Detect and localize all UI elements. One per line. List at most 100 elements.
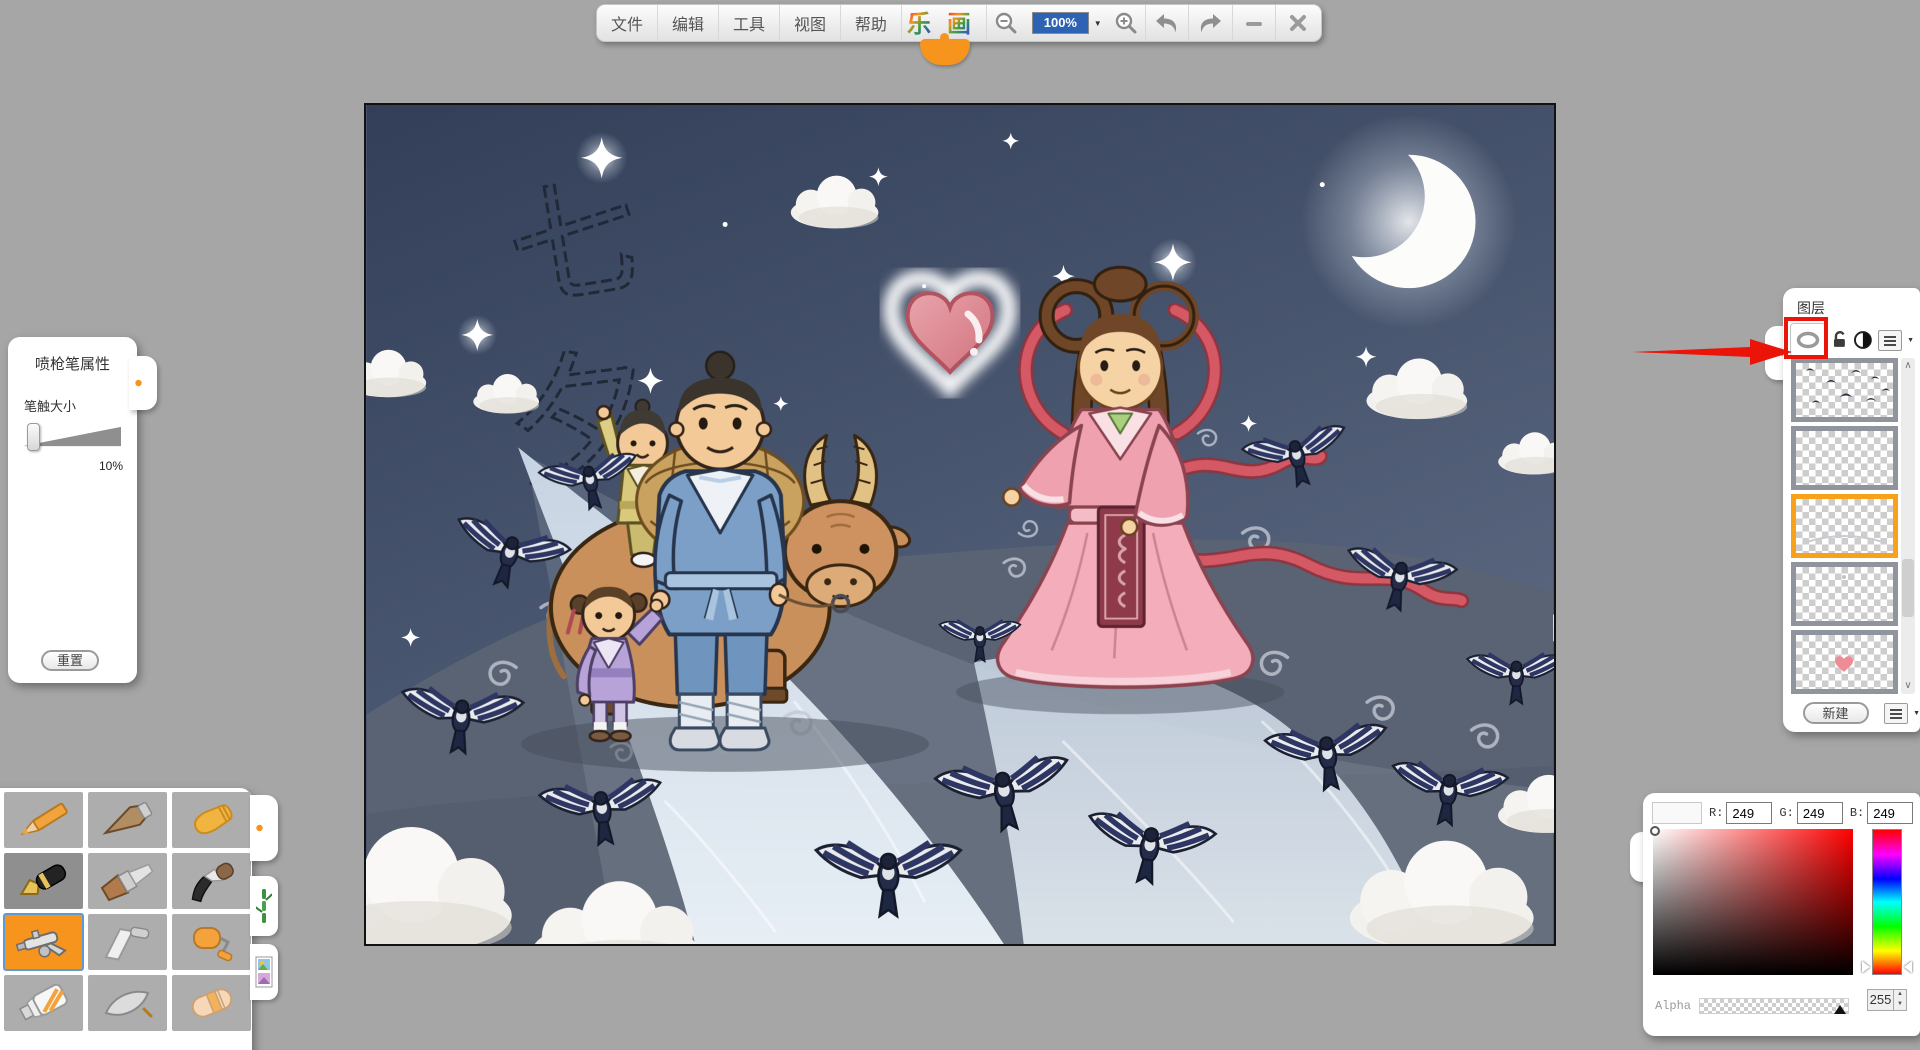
zoom-out-button[interactable] [987,5,1026,41]
spinner-up-icon[interactable]: ▲ [1894,990,1906,1000]
layer-options-button[interactable] [1878,330,1902,351]
layer-thumb-selected[interactable] [1791,494,1898,558]
layer-content-faint-mark [1796,567,1893,621]
minimize-icon [1244,13,1264,33]
hue-marker-right-icon[interactable] [1904,961,1912,973]
picture-stamp-icon [255,956,273,988]
new-layer-button[interactable]: 新建 [1803,702,1869,724]
tool-flat-brush[interactable] [88,853,167,909]
orange-crescent-icon [254,810,274,846]
bamboo-icon [256,886,272,926]
current-color-swatch [1652,802,1702,824]
tool-crayon[interactable] [172,792,251,848]
layer-options-arrow-icon[interactable]: ▼ [1907,337,1914,344]
brush-size-value: 10% [8,459,123,473]
green-input[interactable] [1797,802,1843,824]
layer-thumb-empty-1[interactable] [1791,426,1898,490]
palette-knife-icon [96,920,160,964]
crayon-icon [180,798,244,842]
tool-eraser[interactable] [172,975,251,1031]
hue-marker-left-icon[interactable] [1862,961,1870,973]
red-input[interactable] [1726,802,1772,824]
red-label: R: [1709,806,1723,820]
alpha-row: Alpha 255 ▲ ▼ [1643,991,1920,1021]
zoom-level-field[interactable]: 100% [1032,12,1089,34]
spinner-down-icon[interactable]: ▼ [1894,1000,1906,1010]
nature-brushes-tab[interactable] [250,876,278,936]
menu-bar: 文件 编辑 工具 视图 帮助 乐 画 [596,4,1322,42]
alpha-slider[interactable] [1699,998,1849,1014]
tool-paint-tube[interactable] [4,975,83,1031]
alpha-value: 255 [1868,990,1893,1010]
layer-visibility-button[interactable] [1790,323,1826,357]
tool-charcoal-pencil[interactable] [88,792,167,848]
layer-thumb-empty-2[interactable] [1791,562,1898,626]
zoom-in-icon [1114,11,1138,35]
color-picker-panel: R: G: B: Alpha 255 ▲ ▼ [1643,793,1920,1036]
minimize-button[interactable] [1233,5,1276,41]
canvas-artwork: 七 夕 [366,105,1554,944]
redo-button[interactable] [1189,5,1232,41]
layers-title: 图层 [1783,288,1920,318]
blend-contrast-icon[interactable] [1853,330,1873,350]
menu-view[interactable]: 视图 [780,5,841,41]
layer-thumb-magpies[interactable] [1791,358,1898,422]
alpha-marker-icon[interactable] [1834,1005,1846,1014]
unlock-icon[interactable] [1831,330,1849,350]
tool-oil-pastel[interactable] [88,975,167,1031]
panel-tab-handle[interactable] [129,356,157,410]
brush-size-slider[interactable] [23,423,121,451]
scroll-down-icon[interactable]: ∨ [1904,678,1911,694]
palette-tab-handle[interactable] [250,795,278,861]
alpha-spinner: 255 ▲ ▼ [1867,989,1907,1011]
eraser-icon [180,981,244,1025]
orange-crescent-icon [133,365,153,401]
zoom-dropdown-arrow-icon[interactable]: ▼ [1089,19,1107,28]
paint-canvas[interactable]: 七 夕 [364,103,1556,946]
zoom-out-icon [994,11,1018,35]
green-label: G: [1779,806,1793,820]
mascot-smile-icon [920,39,970,65]
menu-file[interactable]: 文件 [597,5,658,41]
reset-button[interactable]: 重置 [41,650,99,671]
stamp-brushes-tab[interactable] [250,944,278,1000]
menu-edit[interactable]: 编辑 [658,5,719,41]
undo-button[interactable] [1146,5,1189,41]
tool-paint-roller[interactable] [172,914,251,970]
tool-airbrush[interactable] [4,914,83,970]
menu-help[interactable]: 帮助 [841,5,902,41]
new-layer-arrow-icon[interactable]: ▼ [1913,710,1920,717]
scroll-track[interactable] [1901,374,1915,678]
layer-bottom-bar: 新建 ▼ [1783,702,1920,724]
zoom-level-value: 100% [1033,13,1088,33]
layer-list [1791,358,1898,698]
tool-fountain-pen[interactable] [4,853,83,909]
brush-tool-palette [0,788,252,1050]
tool-palette-knife[interactable] [88,914,167,970]
zoom-in-button[interactable] [1107,5,1146,41]
tool-chinese-brush[interactable] [172,853,251,909]
scroll-thumb[interactable] [1902,559,1914,617]
charcoal-pencil-icon [96,798,160,842]
tool-grid [4,792,252,1031]
hue-bar[interactable] [1872,829,1902,975]
scroll-up-icon[interactable]: ∧ [1904,358,1911,374]
svg-text:乐: 乐 [907,11,931,38]
tool-colored-pencil[interactable] [4,792,83,848]
layer-content-birds [1796,363,1893,417]
brush-size-label: 笔触大小 [24,396,137,415]
layer-content-heart [1796,635,1893,689]
close-icon [1288,13,1308,33]
sv-marker-icon[interactable] [1650,826,1660,836]
saturation-value-square[interactable] [1653,829,1853,975]
close-button[interactable] [1276,5,1321,41]
rgb-row: R: G: B: [1643,801,1920,825]
layer-thumb-heart[interactable] [1791,630,1898,694]
slider-thumb[interactable] [27,423,40,451]
menu-tools[interactable]: 工具 [719,5,780,41]
blue-input[interactable] [1867,802,1913,824]
layer-scrollbar[interactable]: ∧ ∨ [1901,358,1915,694]
chinese-brush-icon [180,859,244,903]
new-layer-options-button[interactable] [1884,703,1908,724]
blue-label: B: [1850,806,1864,820]
